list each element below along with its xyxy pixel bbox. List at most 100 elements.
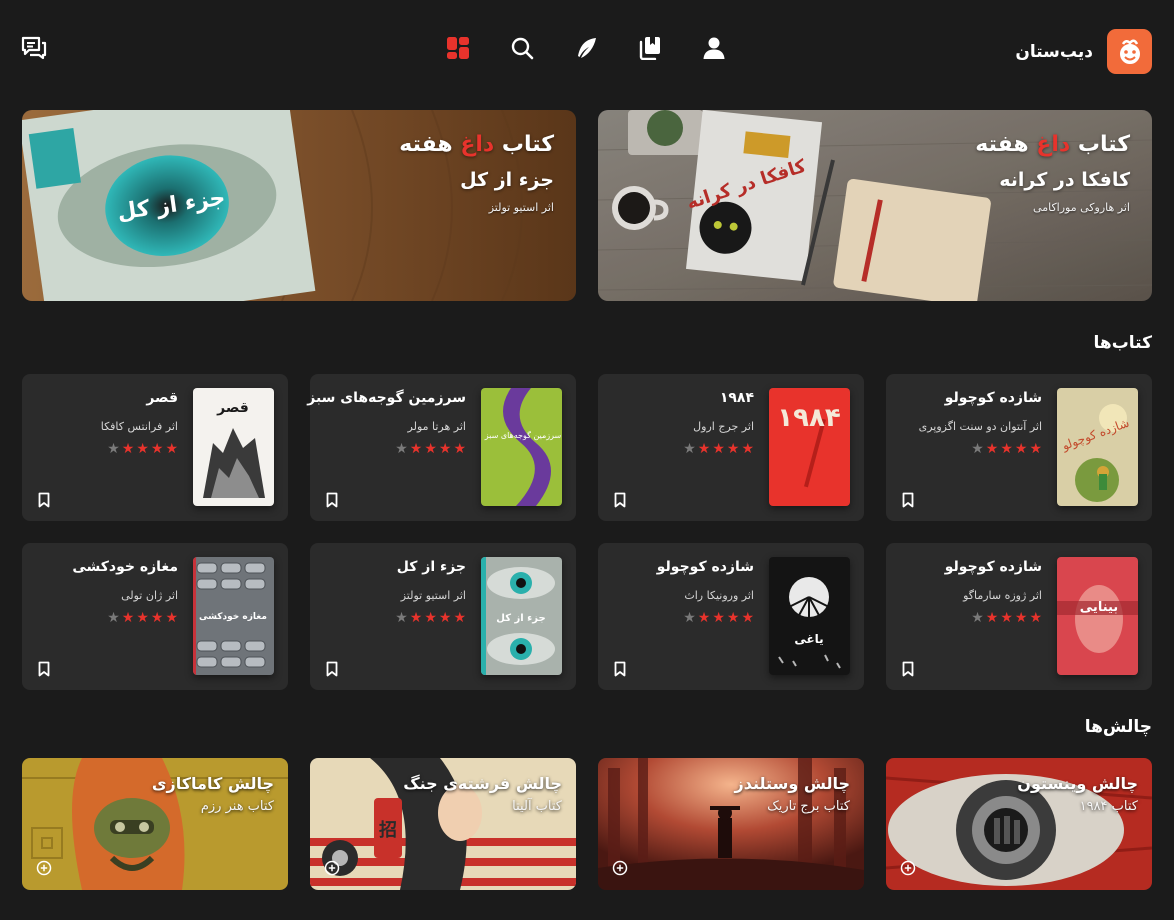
book-cover: سرزمین گوجه‌های سبز [481, 388, 562, 506]
bookmark-icon[interactable] [36, 661, 52, 677]
star-filled-icon: ★ [136, 610, 149, 626]
bookmark-icon[interactable] [324, 492, 340, 508]
book-author: اثر استیو تولتز [400, 589, 466, 602]
challenge-text: چالش کاماکازی کتاب هنر رزم [152, 774, 274, 814]
nav-write-button[interactable] [570, 32, 602, 64]
nav-dashboard-button[interactable] [442, 32, 474, 64]
nav-search-button[interactable] [506, 32, 538, 64]
challenge-title: چالش وستلندز [734, 774, 850, 793]
challenge-card[interactable]: چالش وستلندز کتاب برج تاریک [598, 758, 864, 890]
star-filled-icon: ★ [150, 441, 164, 457]
star-empty-icon: ★ [107, 441, 120, 457]
star-filled-icon: ★ [409, 610, 423, 626]
book-info: قصر اثر فرانتس کافکا ★ ★ ★ ★ ★ [101, 390, 178, 456]
rating-stars: ★ ★ ★ ★ ★ [307, 442, 466, 456]
book-author: اثر ورونیکا راث [684, 589, 754, 602]
book-info: شازده کوچولو اثر ورونیکا راث ★ ★ ★ ★ ★ [657, 559, 754, 625]
brand[interactable]: دیب‌ستان [1015, 29, 1152, 74]
challenges-section-title: چالش‌ها [1084, 717, 1152, 737]
star-filled-icon: ★ [1014, 610, 1028, 626]
user-icon [703, 37, 725, 59]
books-section-title: کتاب‌ها [1093, 333, 1152, 353]
book-cover: یاغی [769, 557, 850, 675]
search-icon [511, 37, 534, 60]
book-cover: ۱۹۸۴ [769, 388, 850, 506]
hero-banner-kafka[interactable]: کافکا در کرانه کتاب داغ هفته کافکا در کر… [598, 110, 1152, 301]
star-filled-icon: ★ [424, 441, 437, 457]
book-title: قصر [146, 390, 178, 406]
bookmark-icon[interactable] [324, 661, 340, 677]
hero-title: جزء از کل [460, 169, 554, 191]
book-card[interactable]: جزء از کل جزء از کل اثر استیو تولتز ★ ★ ★ ★… [310, 543, 576, 690]
book-info: جزء از کل اثر استیو تولتز ★ ★ ★ ★ ★ [395, 559, 466, 625]
star-filled-icon: ★ [712, 441, 725, 457]
book-card[interactable]: ۱۹۸۴ ۱۹۸۴ اثر جرج ارول ★ ★ ★ ★ ★ [598, 374, 864, 521]
star-filled-icon: ★ [1000, 610, 1013, 626]
book-title: مغازه خودکشی [72, 559, 178, 575]
book-cover: شازده کوچولو [1057, 388, 1138, 506]
star-filled-icon: ★ [726, 610, 740, 626]
add-circle-icon[interactable] [324, 860, 340, 876]
rating-stars: ★ ★ ★ ★ ★ [683, 442, 754, 456]
challenge-card[interactable]: چالش کاماکازی کتاب هنر رزم [22, 758, 288, 890]
star-filled-icon: ★ [453, 610, 466, 626]
book-info: شازده کوچولو اثر آنتوان دو سنت اگزوپری ★… [919, 390, 1042, 456]
book-card[interactable]: بینایی شازده کوچولو اثر ژوزه سارماگو ★ ★ ★… [886, 543, 1152, 690]
star-filled-icon: ★ [424, 610, 437, 626]
svg-text:سرزمین گوجه‌های سبز: سرزمین گوجه‌های سبز [484, 430, 562, 440]
star-filled-icon: ★ [697, 441, 711, 457]
rating-stars: ★ ★ ★ ★ ★ [395, 611, 466, 625]
star-filled-icon: ★ [697, 610, 711, 626]
star-empty-icon: ★ [683, 610, 696, 626]
bookmark-icon[interactable] [612, 492, 628, 508]
book-author: اثر ژان تولی [121, 589, 178, 602]
svg-text:مغازه خودکشی: مغازه خودکشی [199, 612, 267, 622]
brand-logo-icon [1107, 29, 1152, 74]
svg-text:招: 招 [379, 819, 397, 841]
book-card[interactable]: یاغی شازده کوچولو اثر ورونیکا راث ★ ★ ★ ★ ★ [598, 543, 864, 690]
star-filled-icon: ★ [409, 441, 423, 457]
add-circle-icon[interactable] [900, 860, 916, 876]
hero-banner-part-of-whole[interactable]: جزء از کل کتاب داغ هفته جزء از کل اثر اس… [22, 110, 576, 301]
hero-kicker: کتاب داغ هفته [399, 132, 554, 157]
star-filled-icon: ★ [121, 441, 135, 457]
bookmark-icon[interactable] [900, 492, 916, 508]
nav-library-button[interactable] [634, 32, 666, 64]
dashboard-icon [447, 37, 469, 59]
book-cover: قصر [193, 388, 274, 506]
book-card[interactable]: شازده کوچولو شازده کوچولو اثر آنتوان دو … [886, 374, 1152, 521]
book-title: جزء از کل [396, 559, 466, 575]
challenge-card[interactable]: 招 چالش فرشته‌ی جنگ کتاب آلیتا [310, 758, 576, 890]
bookmark-icon[interactable] [36, 492, 52, 508]
add-circle-icon[interactable] [612, 860, 628, 876]
challenge-title: چالش فرشته‌ی جنگ [403, 774, 562, 793]
book-author: اثر هرتا مولر [407, 420, 466, 433]
star-filled-icon: ★ [726, 441, 740, 457]
add-circle-icon[interactable] [36, 860, 52, 876]
bookmark-icon[interactable] [900, 661, 916, 677]
svg-text:۱۹۸۴: ۱۹۸۴ [777, 403, 840, 433]
rating-stars: ★ ★ ★ ★ ★ [72, 611, 178, 625]
star-filled-icon: ★ [438, 610, 452, 626]
book-card[interactable]: سرزمین گوجه‌های سبز سرزمین گوجه‌های سبز … [307, 374, 576, 521]
hero-kicker: کتاب داغ هفته [975, 132, 1130, 157]
star-empty-icon: ★ [683, 441, 696, 457]
hero-text-kafka: کتاب داغ هفته کافکا در کرانه اثر هاروکی … [975, 132, 1130, 214]
nav-profile-button[interactable] [698, 32, 730, 64]
main-nav [442, 32, 730, 64]
book-card[interactable]: قصر قصر اثر فرانتس کافکا ★ ★ ★ ★ ★ [22, 374, 288, 521]
challenge-subtitle: کتاب برج تاریک [767, 799, 850, 814]
book-card[interactable]: مغازه خودکشی مغازه خودکشی اثر ژان تولی ★… [22, 543, 288, 690]
bookmark-icon[interactable] [612, 661, 628, 677]
star-filled-icon: ★ [1029, 441, 1042, 457]
messages-button[interactable] [18, 32, 50, 64]
star-empty-icon: ★ [971, 610, 984, 626]
book-cover: بینایی [1057, 557, 1138, 675]
svg-text:بینایی: بینایی [1080, 600, 1118, 615]
challenge-subtitle: کتاب آلیتا [512, 799, 562, 814]
svg-text:جزء از کل: جزء از کل [496, 613, 545, 624]
challenge-card[interactable]: چالش وینستون کتاب ۱۹۸۴ [886, 758, 1152, 890]
book-author: اثر ژوزه سارماگو [963, 589, 1042, 602]
book-title: ۱۹۸۴ [719, 390, 754, 406]
book-author: اثر جرج ارول [693, 420, 754, 433]
